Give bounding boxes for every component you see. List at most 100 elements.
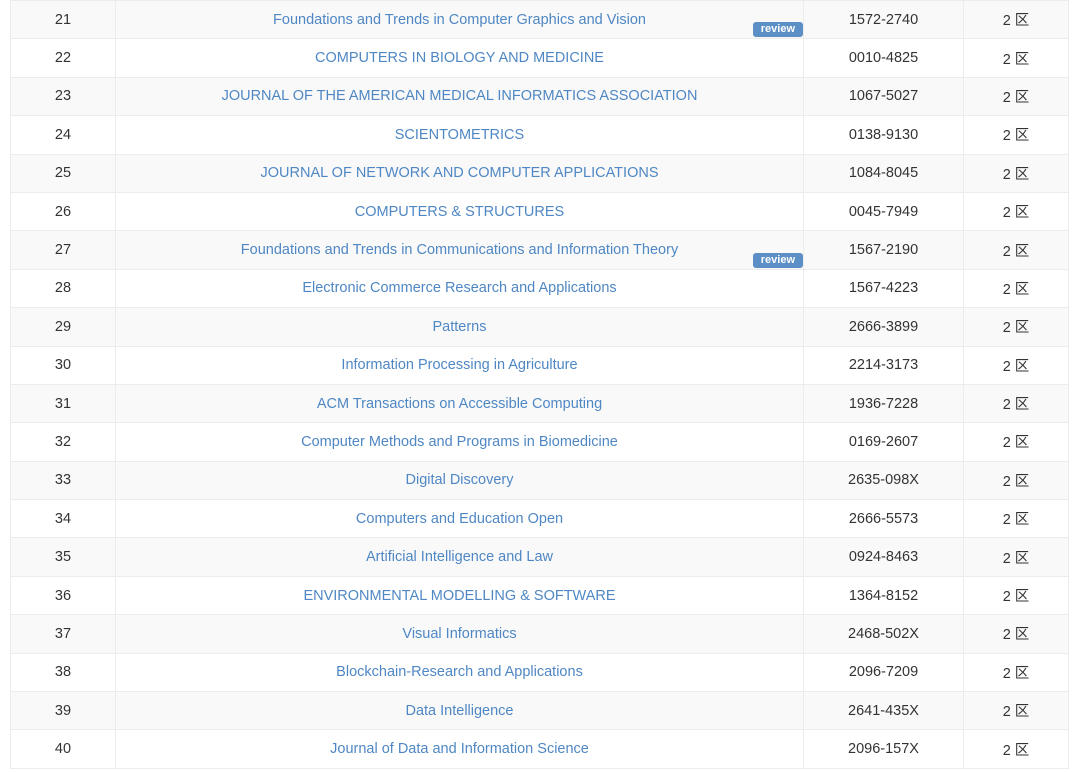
zone-cell: 2 区 bbox=[963, 575, 1069, 616]
title-cell: Electronic Commerce Research and Applica… bbox=[115, 268, 804, 309]
rank-cell: 34 bbox=[10, 499, 116, 539]
journal-title-link[interactable]: Computer Methods and Programs in Biomedi… bbox=[301, 434, 618, 450]
title-cell: JOURNAL OF NETWORK AND COMPUTER APPLICAT… bbox=[115, 153, 804, 193]
journal-title-link[interactable]: COMPUTERS & STRUCTURES bbox=[355, 204, 564, 220]
table-row: 21 Foundations and Trends in Computer Gr… bbox=[10, 0, 1069, 40]
rank-cell: 35 bbox=[10, 537, 116, 577]
zone-value: 2 区 bbox=[1002, 665, 1030, 682]
journal-title-link[interactable]: Electronic Commerce Research and Applica… bbox=[302, 280, 616, 296]
zone-value: 2 区 bbox=[1002, 742, 1030, 759]
journal-title-link[interactable]: SCIENTOMETRICS bbox=[395, 127, 524, 143]
table-row: 25 JOURNAL OF NETWORK AND COMPUTER APPLI… bbox=[10, 153, 1069, 193]
title-cell: Information Processing in Agriculture bbox=[115, 345, 804, 385]
table-row: 24 SCIENTOMETRICS 0138-9130 2 区 bbox=[10, 115, 1069, 155]
issn-cell: 2635-098X bbox=[803, 460, 964, 501]
rank-value: 36 bbox=[54, 587, 72, 604]
title-cell: Computers and Education Open bbox=[115, 499, 804, 539]
journal-title-link[interactable]: Visual Informatics bbox=[402, 626, 516, 642]
table-row: 30 Information Processing in Agriculture… bbox=[10, 345, 1069, 385]
journal-title-link[interactable]: Blockchain-Research and Applications bbox=[336, 664, 583, 680]
journal-title-link[interactable]: JOURNAL OF THE AMERICAN MEDICAL INFORMAT… bbox=[222, 88, 698, 104]
rank-value: 33 bbox=[54, 472, 72, 489]
issn-cell: 1364-8152 bbox=[803, 575, 964, 616]
zone-cell: 2 区 bbox=[963, 0, 1069, 40]
rank-value: 37 bbox=[54, 625, 72, 642]
issn-cell: 0924-8463 bbox=[803, 537, 964, 577]
rank-cell: 23 bbox=[10, 76, 116, 117]
issn-cell: 0169-2607 bbox=[803, 422, 964, 462]
journal-title-link[interactable]: Foundations and Trends in Computer Graph… bbox=[273, 12, 646, 28]
rank-value: 24 bbox=[54, 126, 72, 143]
zone-value: 2 区 bbox=[1002, 51, 1030, 68]
issn-cell: 1084-8045 bbox=[803, 153, 964, 193]
title-cell: Foundations and Trends in Computer Graph… bbox=[115, 0, 804, 40]
journal-title-link[interactable]: JOURNAL OF NETWORK AND COMPUTER APPLICAT… bbox=[261, 165, 659, 181]
zone-value: 2 区 bbox=[1002, 13, 1030, 30]
rank-value: 31 bbox=[54, 395, 72, 412]
issn-value: 0169-2607 bbox=[848, 433, 919, 450]
issn-value: 1084-8045 bbox=[848, 165, 919, 182]
issn-cell: 1936-7228 bbox=[803, 383, 964, 424]
issn-value: 1936-7228 bbox=[848, 395, 919, 412]
zone-cell: 2 区 bbox=[963, 383, 1069, 424]
issn-cell: 2641-435X bbox=[803, 691, 964, 731]
rank-value: 39 bbox=[54, 702, 72, 719]
journal-title-link[interactable]: Information Processing in Agriculture bbox=[341, 357, 577, 373]
issn-value: 0045-7949 bbox=[848, 203, 919, 220]
title-cell: Digital Discovery bbox=[115, 460, 804, 501]
title-cell: Artificial Intelligence and Law bbox=[115, 537, 804, 577]
journal-title-link[interactable]: ENVIRONMENTAL MODELLING & SOFTWARE bbox=[303, 588, 615, 604]
journal-title-link[interactable]: ACM Transactions on Accessible Computing bbox=[317, 396, 602, 412]
issn-value: 1567-4223 bbox=[848, 280, 919, 297]
rank-value: 38 bbox=[54, 664, 72, 681]
journal-title-link[interactable]: COMPUTERS IN BIOLOGY AND MEDICINE bbox=[315, 50, 604, 66]
issn-value: 2666-5573 bbox=[848, 510, 919, 527]
journal-title-link[interactable]: Foundations and Trends in Communications… bbox=[241, 242, 678, 258]
issn-cell: 2096-7209 bbox=[803, 652, 964, 693]
issn-cell: 0138-9130 bbox=[803, 115, 964, 155]
issn-cell: 2214-3173 bbox=[803, 345, 964, 385]
journal-title-link[interactable]: Computers and Education Open bbox=[356, 511, 563, 527]
table-row: 38 Blockchain-Research and Applications … bbox=[10, 652, 1069, 693]
issn-value: 1572-2740 bbox=[848, 11, 919, 28]
rank-cell: 40 bbox=[10, 729, 116, 769]
zone-cell: 2 区 bbox=[963, 652, 1069, 693]
journal-table-container: 21 Foundations and Trends in Computer Gr… bbox=[10, 0, 1069, 769]
issn-value: 2214-3173 bbox=[848, 357, 919, 374]
title-cell: Computer Methods and Programs in Biomedi… bbox=[115, 422, 804, 462]
zone-value: 2 区 bbox=[1002, 281, 1030, 298]
title-cell: Visual Informatics bbox=[115, 614, 804, 654]
issn-value: 0138-9130 bbox=[848, 126, 919, 143]
zone-value: 2 区 bbox=[1002, 627, 1030, 644]
zone-value: 2 区 bbox=[1002, 243, 1030, 260]
journal-title-link[interactable]: Patterns bbox=[433, 319, 487, 335]
title-cell: Patterns bbox=[115, 307, 804, 347]
journal-table: 21 Foundations and Trends in Computer Gr… bbox=[10, 0, 1069, 769]
table-row: 28 Electronic Commerce Research and Appl… bbox=[10, 268, 1069, 309]
journal-title-link[interactable]: Artificial Intelligence and Law bbox=[366, 549, 553, 565]
zone-value: 2 区 bbox=[1002, 435, 1030, 452]
rank-value: 35 bbox=[54, 549, 72, 566]
journal-title-link[interactable]: Digital Discovery bbox=[406, 472, 514, 488]
table-row: 33 Digital Discovery 2635-098X 2 区 bbox=[10, 460, 1069, 501]
zone-cell: 2 区 bbox=[963, 345, 1069, 385]
title-cell: COMPUTERS & STRUCTURES bbox=[115, 191, 804, 232]
zone-cell: 2 区 bbox=[963, 230, 1069, 270]
title-cell: Journal of Data and Information Science bbox=[115, 729, 804, 769]
zone-cell: 2 区 bbox=[963, 115, 1069, 155]
issn-cell: 2666-5573 bbox=[803, 499, 964, 539]
issn-value: 2666-3899 bbox=[848, 318, 919, 335]
issn-cell: 1567-2190 bbox=[803, 230, 964, 270]
rank-value: 26 bbox=[54, 203, 72, 220]
rank-value: 27 bbox=[54, 242, 72, 259]
zone-value: 2 区 bbox=[1002, 589, 1030, 606]
rank-value: 21 bbox=[54, 11, 72, 28]
journal-title-link[interactable]: Data Intelligence bbox=[405, 703, 513, 719]
rank-cell: 38 bbox=[10, 652, 116, 693]
table-row: 22 COMPUTERS IN BIOLOGY AND MEDICINE 001… bbox=[10, 38, 1069, 78]
rank-cell: 22 bbox=[10, 38, 116, 78]
rank-value: 32 bbox=[54, 433, 72, 450]
journal-title-link[interactable]: Journal of Data and Information Science bbox=[330, 741, 589, 757]
rank-value: 23 bbox=[54, 88, 72, 105]
zone-cell: 2 区 bbox=[963, 191, 1069, 232]
